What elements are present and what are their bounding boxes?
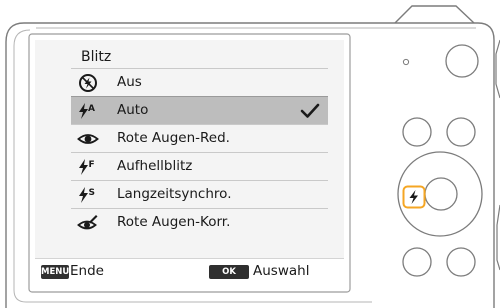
lcd-screen: Blitz Aus A Auto Rote Augen-Red. F Aufhe… [35,40,344,286]
fill-flash-icon: F [79,159,95,175]
camera-body: Blitz Aus A Auto Rote Augen-Red. F Aufhe… [0,0,500,308]
bottom-hint-bar: MENU Ende OK Auswahl [35,258,344,286]
ok-key-badge[interactable]: OK [209,265,249,279]
flash-options-list: Aus A Auto Rote Augen-Red. F Aufhellblit… [71,68,328,236]
flash-auto-icon: A [79,103,95,119]
menu-item-label: Auto [117,102,149,118]
menu-title: Blitz [81,49,112,65]
red-eye-icon [77,134,99,144]
menu-item-label: Langzeitsynchro. [117,186,232,202]
function-button[interactable] [401,246,433,278]
menu-item-aus[interactable]: Aus [71,68,328,96]
menu-item-rote-augen-korr[interactable]: Rote Augen-Korr. [71,208,328,236]
flash-key-button[interactable] [402,185,428,211]
menu-item-langzeitsynchro[interactable]: S Langzeitsynchro. [71,180,328,208]
top-round-button[interactable] [444,43,480,79]
status-led-icon [402,58,410,66]
menu-key-badge[interactable]: MENU [41,265,69,279]
menu-item-label: Rote Augen-Red. [117,130,230,146]
menu-item-label: Aus [117,74,142,90]
ok-key-action: Auswahl [253,263,310,279]
flash-auto-letter: A [88,104,95,114]
menu-key-action: Ende [70,263,104,279]
menu-button[interactable] [445,116,477,148]
slow-sync-letter: S [89,188,95,198]
menu-item-label: Rote Augen-Korr. [117,214,231,230]
menu-item-label: Aufhellblitz [117,158,193,174]
slow-sync-icon: S [79,187,95,203]
menu-item-auto[interactable]: A Auto [71,96,328,124]
playback-button[interactable] [401,116,433,148]
flash-off-icon [79,74,97,92]
ok-button[interactable] [423,176,459,212]
checkmark-icon [300,103,320,118]
delete-button[interactable] [445,246,477,278]
menu-item-rote-augen-red[interactable]: Rote Augen-Red. [71,124,328,152]
menu-item-aufhellblitz[interactable]: F Aufhellblitz [71,152,328,180]
red-eye-fix-icon [77,215,98,230]
fill-flash-letter: F [89,160,95,170]
